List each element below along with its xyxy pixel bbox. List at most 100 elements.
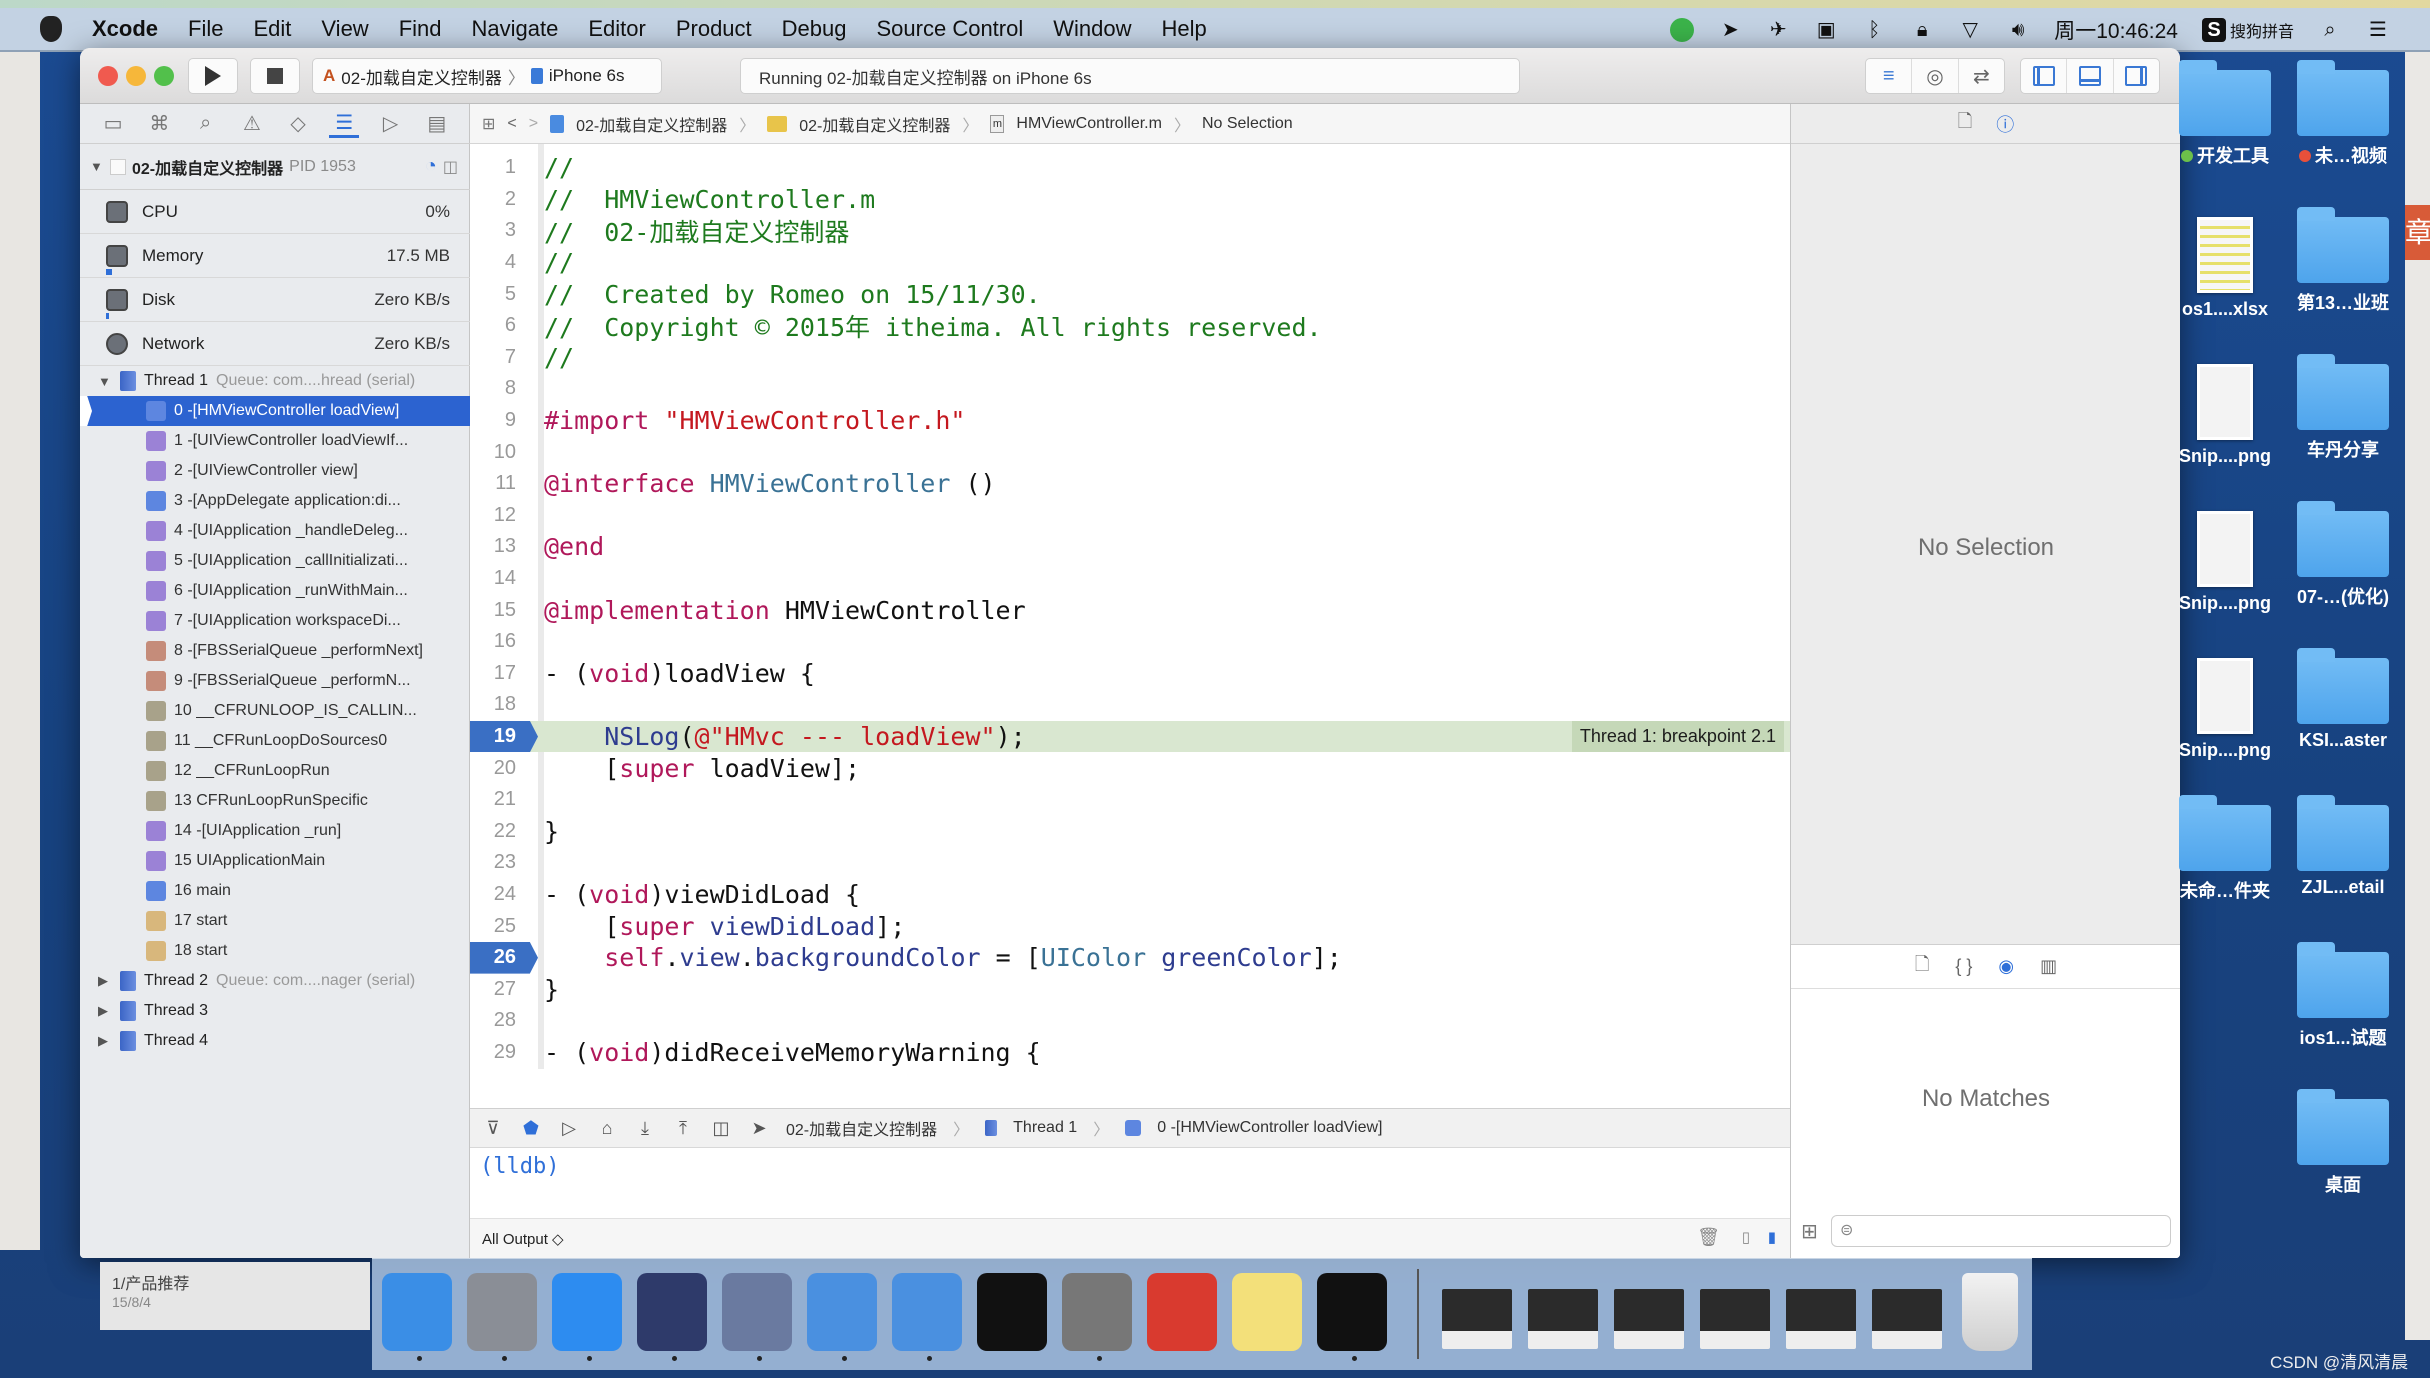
jump-project[interactable]: 02-加载自定义控制器 [576,112,727,136]
line-number[interactable]: 10 [470,436,528,468]
stack-frame[interactable]: 3 -[AppDelegate application:di... [80,486,470,516]
issue-navigator-icon[interactable]: ⚠ [237,111,267,136]
desktop-icon[interactable]: KSI...aster [2288,648,2398,751]
breakpoint-navigator-icon[interactable]: ▷ [376,111,406,136]
symbol-navigator-icon[interactable]: ⌘ [144,111,174,136]
stack-frame[interactable]: 4 -[UIApplication _handleDeleg... [80,516,470,546]
line-number[interactable]: 13 [470,531,528,563]
assistant-editor-icon[interactable]: ◎ [1912,59,1959,93]
gauge-cpu[interactable]: CPU 0% [80,190,470,234]
code-line[interactable]: 24 - (void)viewDidLoad { [470,879,1790,911]
view-hierarchy-icon[interactable]: ◫ [710,1118,732,1139]
line-number[interactable]: 23 [470,847,528,879]
dock-document-icon[interactable] [1614,1289,1684,1349]
menu-help[interactable]: Help [1162,16,1207,42]
desktop-icon[interactable]: 未…视频 [2288,60,2398,168]
run-button[interactable] [188,58,238,94]
menu-window[interactable]: Window [1053,16,1131,42]
location-icon[interactable]: ➤ [1718,18,1742,42]
code-line[interactable]: 29 - (void)didReceiveMemoryWarning { [470,1037,1790,1069]
disclosure-closed-icon[interactable]: ▶ [98,973,112,989]
disclosure-closed-icon[interactable]: ▶ [98,1033,112,1049]
desktop-icon[interactable]: ios1...试题 [2288,942,2398,1050]
disclosure-open-icon[interactable]: ▼ [90,159,104,174]
code-line[interactable]: 13 @end [470,531,1790,563]
line-number[interactable]: 25 [470,910,528,942]
dock-terminal-icon[interactable] [977,1273,1047,1351]
code-line[interactable]: 15 @implementation HMViewController [470,594,1790,626]
line-number[interactable]: 27 [470,974,528,1006]
thread-row[interactable]: ▼ Thread 1 Queue: com....hread (serial) [80,366,470,396]
code-line[interactable]: 27} [470,974,1790,1006]
code-line[interactable]: 12 [470,500,1790,532]
code-line[interactable]: 4 // [470,247,1790,279]
menu-source-control[interactable]: Source Control [877,16,1024,42]
process-row[interactable]: ▼ 02-加载自定义控制器 PID 1953 ◔ ◫ [80,144,470,190]
minimize-window-button[interactable] [126,66,146,86]
menu-app-name[interactable]: Xcode [92,16,158,42]
line-number[interactable]: 21 [470,784,528,816]
line-number[interactable]: 5 [470,278,528,310]
menu-debug[interactable]: Debug [782,16,847,42]
toggle-navigator-button[interactable] [2021,59,2068,93]
scheme-selector[interactable]: A 02-加载自定义控制器 〉 iPhone 6s [312,58,662,94]
step-over-icon[interactable]: ⌂ [596,1118,618,1139]
line-number[interactable]: 6 [470,310,528,342]
dock-launchpad-icon[interactable] [467,1273,537,1361]
toggle-debug-area-button[interactable] [2067,59,2114,93]
code-line[interactable]: 20 [super loadView]; [470,752,1790,784]
standard-editor-icon[interactable]: ≡ [1866,59,1913,93]
object-library-icon[interactable]: ◉ [1998,956,2014,977]
code-area[interactable]: 1 // 2 // HMViewController.m 3 // 02-加载自定义控制器… [470,144,1790,1069]
line-number[interactable]: 18 [470,689,528,721]
thread-row[interactable]: ▶ Thread 4 [80,1026,470,1056]
menu-file[interactable]: File [188,16,223,42]
output-filter-select[interactable]: All Output ◇ [482,1230,564,1248]
code-line[interactable]: 28 [470,1005,1790,1037]
stack-frame[interactable]: 0 -[HMViewController loadView] [80,396,470,426]
code-line[interactable]: 5 // Created by Romeo on 15/11/30. [470,278,1790,310]
line-number[interactable]: 15 [470,594,528,626]
dock-document-icon[interactable] [1528,1289,1598,1349]
find-navigator-icon[interactable]: ⌕ [191,112,221,135]
code-line[interactable]: 21 [470,784,1790,816]
related-items-icon[interactable]: ⊞ [482,114,495,134]
view-mode-icon[interactable]: ◫ [443,157,458,177]
desktop-icon[interactable]: 07-…(优化) [2288,501,2398,609]
thread-row[interactable]: ▶ Thread 3 [80,996,470,1026]
wifi-icon[interactable]: ▽ [1958,18,1982,42]
stack-frame[interactable]: 2 -[UIViewController view] [80,456,470,486]
line-number[interactable]: 29 [470,1037,528,1069]
gauge-memory[interactable]: Memory 17.5 MB [80,234,470,278]
line-number[interactable]: 3 [470,215,528,247]
report-navigator-icon[interactable]: ▤ [422,111,452,136]
clock[interactable]: 周一10:46:24 [2054,15,2178,45]
trash-console-icon[interactable]: 🗑︎ [1697,1227,1720,1248]
line-number[interactable]: 17 [470,658,528,690]
code-line[interactable]: 11 @interface HMViewController () [470,468,1790,500]
line-number[interactable]: 8 [470,373,528,405]
breakpoint-marker[interactable]: 26 [470,942,538,974]
variables-view-toggle[interactable]: ▯ [1742,1228,1750,1246]
dock-xmind-icon[interactable] [1147,1273,1217,1351]
debug-thread[interactable]: Thread 1 [1013,1119,1077,1137]
step-into-icon[interactable]: ⤓ [634,1118,656,1139]
dock-notes-icon[interactable] [1232,1273,1302,1351]
code-line[interactable]: 3 // 02-加载自定义控制器 [470,215,1790,247]
code-line[interactable]: 6 // Copyright © 2015年 itheima. All right… [470,310,1790,342]
breakpoint-marker[interactable]: 19 [470,720,538,753]
code-line[interactable]: 9 #import "HMViewController.h" [470,405,1790,437]
desktop-icon[interactable]: 桌面 [2288,1089,2398,1197]
desktop-icon[interactable]: 第13…业班 [2288,207,2398,315]
gauge-network[interactable]: Network Zero KB/s [80,322,470,366]
code-line[interactable]: 1 // [470,152,1790,184]
code-line[interactable]: 22} [470,816,1790,848]
device-name[interactable]: iPhone 6s [549,66,625,86]
dock-safari-icon[interactable] [552,1273,622,1361]
jump-group[interactable]: 02-加载自定义控制器 [799,112,950,136]
screen-record-icon[interactable]: ▣ [1814,18,1838,42]
bluetooth-icon[interactable]: ᛒ [1862,18,1886,42]
code-line[interactable]: 17 - (void)loadView { [470,658,1790,690]
disclosure-closed-icon[interactable]: ▶ [98,1003,112,1019]
debug-navigator-icon[interactable]: ☰ [329,110,360,138]
